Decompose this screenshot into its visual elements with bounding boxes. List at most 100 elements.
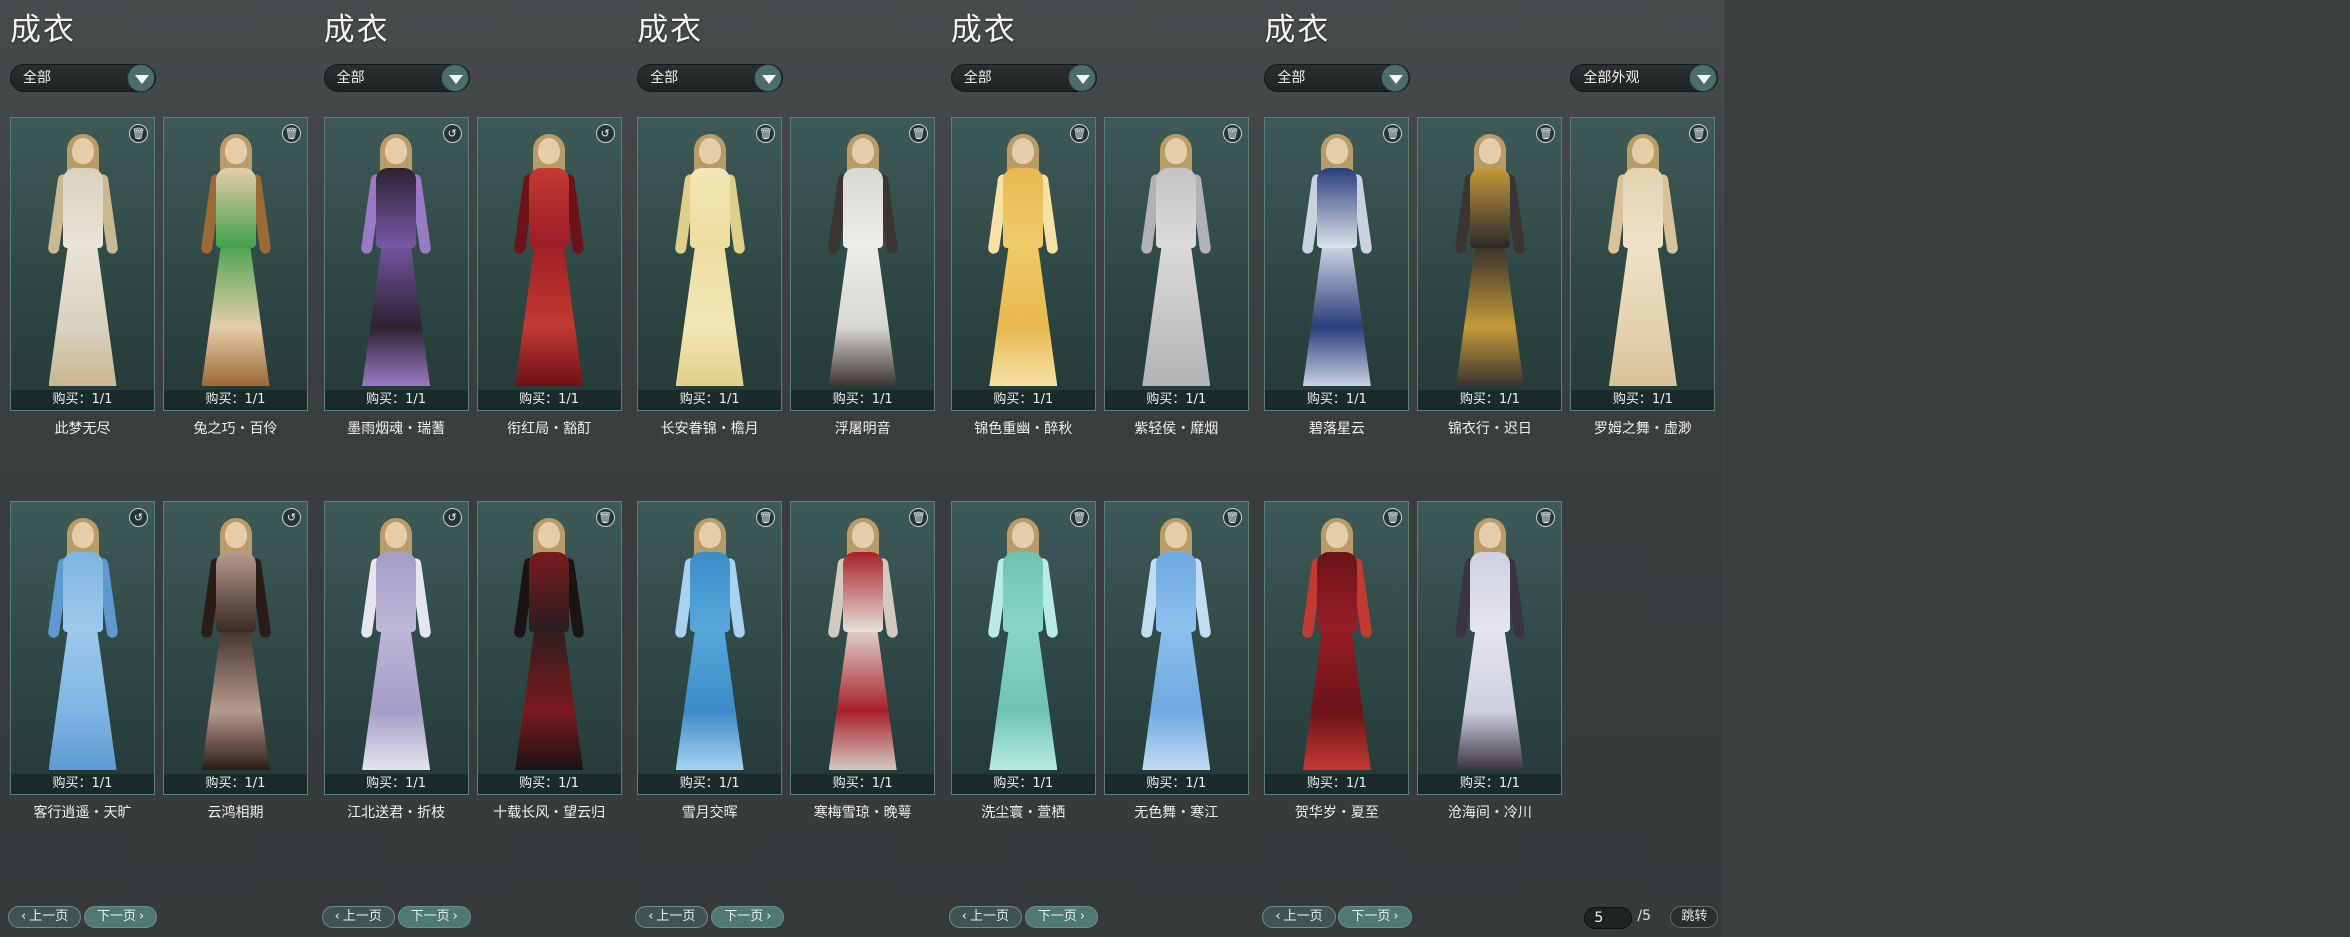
trash-icon[interactable]: 🗑	[282, 124, 301, 143]
outfit-preview-image	[198, 518, 274, 772]
outfit-name: 长安眷锦・檐月	[660, 421, 759, 437]
outfit-preview-image	[1452, 518, 1528, 772]
outfit-card[interactable]: 🗑 购买：1/1	[476, 501, 622, 795]
outfit-preview-image	[825, 518, 901, 772]
trash-icon[interactable]: 🗑	[1383, 124, 1403, 143]
category-dropdown-label: 全部	[336, 70, 365, 86]
outfit-name: 寒梅雪琼・晚萼	[813, 805, 912, 821]
outfit-preview-image	[358, 134, 434, 388]
purchase-count: 购买：1/1	[951, 390, 1095, 410]
restore-icon[interactable]: ↺	[282, 508, 301, 527]
outfit-preview-image	[1138, 134, 1214, 388]
appearance-dropdown-label: 全部外观	[1583, 70, 1640, 86]
category-dropdown[interactable]: 全部	[950, 64, 1097, 92]
prev-page-button[interactable]: 上一页	[8, 906, 82, 928]
outfit-card[interactable]: 🗑 购买：1/1	[790, 501, 936, 795]
page-panel: 成衣 全部 全部外观 🗑 购买：1/1 碧落星云 🗑 购买：1/1 锦衣行・迟日 🗑 购买：1/1 罗…	[1254, 0, 1725, 937]
page-title: 成衣	[1264, 12, 1331, 48]
trash-icon[interactable]: 🗑	[1536, 124, 1556, 143]
trash-icon[interactable]: 🗑	[1222, 124, 1242, 143]
purchase-count: 购买：1/1	[324, 390, 468, 410]
outfit-preview-image	[1605, 134, 1681, 388]
outfit-card[interactable]: 🗑 购买：1/1	[1103, 501, 1249, 795]
outfit-preview-image	[1299, 134, 1375, 388]
outfit-card[interactable]: 🗑 购买：1/1	[1417, 117, 1563, 411]
outfit-card[interactable]: 🗑 购买：1/1	[790, 117, 936, 411]
outfit-name: 沧海间・冷川	[1447, 805, 1532, 821]
outfit-name: 贺华岁・夏至	[1294, 805, 1379, 821]
next-page-button[interactable]: 下一页	[1024, 906, 1099, 928]
jump-button[interactable]: 跳转	[1670, 906, 1719, 928]
category-dropdown[interactable]: 全部	[637, 64, 784, 92]
trash-icon[interactable]: 🗑	[1069, 508, 1089, 527]
next-page-button[interactable]: 下一页	[1338, 906, 1412, 928]
trash-icon[interactable]: 🗑	[909, 124, 929, 143]
outfit-name: 墨雨烟魂・瑞蓍	[347, 421, 446, 437]
page-number-input[interactable]: 5	[1584, 907, 1633, 929]
outfit-name: 江北送君・折枝	[347, 805, 446, 821]
outfit-card[interactable]: ↺ 购买：1/1	[476, 117, 622, 411]
page-title: 成衣	[637, 12, 704, 48]
outfit-card[interactable]: 🗑 购买：1/1	[1103, 117, 1249, 411]
chevron-down-icon	[754, 64, 783, 92]
outfit-card[interactable]: 🗑 购买：1/1	[1264, 117, 1410, 411]
next-page-button[interactable]: 下一页	[84, 906, 158, 928]
restore-icon[interactable]: ↺	[129, 508, 148, 527]
outfit-card[interactable]: 🗑 购买：1/1	[950, 501, 1096, 795]
outfit-card[interactable]: 🗑 购买：1/1	[1264, 501, 1410, 795]
outfit-name: 碧落星云	[1308, 421, 1365, 437]
restore-icon[interactable]: ↺	[442, 508, 462, 527]
purchase-count: 购买：1/1	[638, 390, 782, 410]
trash-icon[interactable]: 🗑	[1689, 124, 1709, 143]
outfit-card[interactable]: 🗑 购买：1/1	[950, 117, 1096, 411]
category-dropdown[interactable]: 全部	[323, 64, 470, 92]
category-dropdown[interactable]: 全部	[1264, 64, 1411, 92]
outfit-card[interactable]: 🗑 购买：1/1	[637, 117, 783, 411]
prev-page-button[interactable]: 上一页	[321, 906, 395, 928]
category-dropdown[interactable]: 全部	[10, 64, 156, 92]
purchase-count: 购买：1/1	[1265, 774, 1409, 794]
outfit-name: 衔红局・豁酊	[507, 421, 592, 437]
purchase-count: 购买：1/1	[638, 774, 782, 794]
outfit-card[interactable]: 🗑 购买：1/1	[163, 117, 308, 411]
outfit-card[interactable]: 🗑 购买：1/1	[1570, 117, 1716, 411]
outfit-card[interactable]: ↺ 购买：1/1	[10, 501, 155, 795]
next-page-button[interactable]: 下一页	[711, 906, 785, 928]
trash-icon[interactable]: 🗑	[909, 508, 929, 527]
prev-page-button[interactable]: 上一页	[1262, 906, 1336, 928]
outfit-card[interactable]: ↺ 购买：1/1	[163, 501, 308, 795]
category-dropdown-label: 全部	[1277, 70, 1306, 86]
category-dropdown-label: 全部	[963, 70, 992, 86]
restore-icon[interactable]: ↺	[595, 124, 615, 143]
outfit-card[interactable]: 🗑 购买：1/1	[637, 501, 783, 795]
prev-page-button[interactable]: 上一页	[948, 906, 1023, 928]
trash-icon[interactable]: 🗑	[756, 124, 776, 143]
outfit-name: 浮屠明音	[834, 421, 891, 437]
chevron-down-icon	[1067, 64, 1096, 92]
next-page-button[interactable]: 下一页	[397, 906, 471, 928]
page-title: 成衣	[323, 12, 390, 48]
outfit-card[interactable]: ↺ 购买：1/1	[323, 117, 469, 411]
trash-icon[interactable]: 🗑	[756, 508, 776, 527]
appearance-dropdown[interactable]: 全部外观	[1570, 64, 1719, 92]
purchase-count: 购买：1/1	[11, 774, 154, 794]
trash-icon[interactable]: 🗑	[1383, 508, 1403, 527]
outfit-preview-image	[45, 518, 121, 772]
outfit-name: 此梦无尽	[54, 421, 111, 437]
outfit-card[interactable]: 🗑 购买：1/1	[1417, 501, 1563, 795]
prev-page-button[interactable]: 上一页	[635, 906, 709, 928]
trash-icon[interactable]: 🗑	[129, 124, 148, 143]
trash-icon[interactable]: 🗑	[595, 508, 615, 527]
trash-icon[interactable]: 🗑	[1222, 508, 1242, 527]
outfit-card[interactable]: 🗑 购买：1/1	[10, 117, 155, 411]
outfit-card[interactable]: ↺ 购买：1/1	[323, 501, 469, 795]
chevron-down-icon	[1689, 64, 1718, 92]
trash-icon[interactable]: 🗑	[1069, 124, 1089, 143]
chevron-down-icon	[440, 64, 469, 92]
outfit-name: 洗尘寰・萱栖	[981, 805, 1066, 821]
outfit-name: 兔之巧・百伶	[193, 421, 278, 437]
restore-icon[interactable]: ↺	[442, 124, 462, 143]
purchase-count: 购买：1/1	[951, 774, 1095, 794]
outfit-preview-image	[1138, 518, 1214, 772]
trash-icon[interactable]: 🗑	[1536, 508, 1556, 527]
